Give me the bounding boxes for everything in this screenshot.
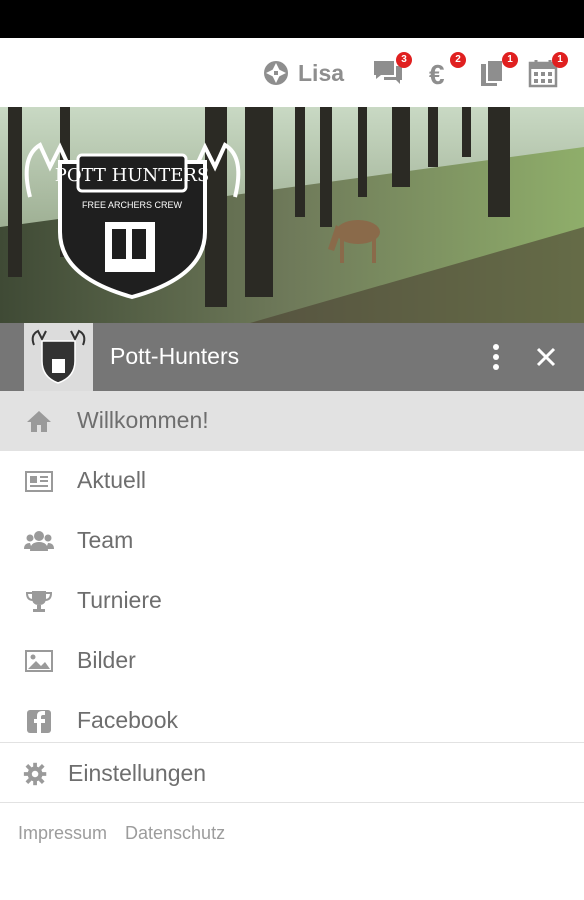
calendar-button[interactable]: 1 xyxy=(528,52,568,90)
menu-item-team[interactable]: Team xyxy=(0,511,584,571)
facebook-icon xyxy=(27,710,51,733)
menu-item-turniere[interactable]: Turniere xyxy=(0,571,584,631)
menu-item-label: Team xyxy=(77,527,134,553)
impressum-link[interactable]: Impressum xyxy=(18,823,107,844)
calendar-badge: 1 xyxy=(552,52,568,68)
messages-badge: 3 xyxy=(396,52,412,68)
menu-item-label: Turniere xyxy=(77,587,162,613)
footer-links: Impressum Datenschutz xyxy=(18,823,225,844)
datenschutz-link[interactable]: Datenschutz xyxy=(125,823,225,844)
user-menu[interactable]: Lisa xyxy=(262,58,344,88)
menu-item-bilder[interactable]: Bilder xyxy=(0,631,584,691)
more-vertical-icon xyxy=(493,344,499,370)
more-options-button[interactable] xyxy=(484,341,508,373)
menu-item-label: Facebook xyxy=(77,707,179,733)
spinner-logo-icon xyxy=(264,61,288,85)
svg-text:FREE ARCHERS CREW: FREE ARCHERS CREW xyxy=(82,200,183,210)
divider xyxy=(0,802,584,803)
top-bar: Lisa 3 € 2 1 1 xyxy=(0,38,584,108)
menu-item-label: Aktuell xyxy=(77,467,147,493)
gear-icon xyxy=(23,762,47,786)
menu-item-label: Bilder xyxy=(77,647,136,673)
menu-item-label: Willkommen! xyxy=(77,407,209,433)
settings-item[interactable]: Einstellungen xyxy=(0,743,584,802)
user-name: Lisa xyxy=(298,59,345,86)
messages-button[interactable]: 3 xyxy=(372,52,412,90)
menu-item-willkommen[interactable]: Willkommen! xyxy=(0,391,584,451)
documents-button[interactable]: 1 xyxy=(478,52,518,90)
club-header-bar: Pott-Hunters xyxy=(0,323,584,391)
newspaper-icon xyxy=(25,471,53,492)
documents-badge: 1 xyxy=(502,52,518,68)
payments-button[interactable]: € 2 xyxy=(426,52,466,90)
image-icon xyxy=(25,650,53,672)
status-bar xyxy=(0,0,584,38)
trophy-icon xyxy=(25,591,53,612)
forest-photo: POTT HUNTERS FREE ARCHERS CREW xyxy=(0,107,584,323)
svg-text:€: € xyxy=(429,59,445,88)
logo-text: POTT HUNTERS xyxy=(55,165,210,186)
close-icon xyxy=(536,347,556,367)
users-icon xyxy=(24,531,54,551)
menu-item-aktuell[interactable]: Aktuell xyxy=(0,451,584,511)
home-icon xyxy=(27,411,51,432)
header-image: POTT HUNTERS FREE ARCHERS CREW xyxy=(0,107,584,323)
payments-badge: 2 xyxy=(450,52,466,68)
club-name: Pott-Hunters xyxy=(110,343,240,369)
close-button[interactable] xyxy=(530,341,562,373)
club-logo-thumbnail[interactable] xyxy=(24,323,93,391)
settings-label: Einstellungen xyxy=(68,760,207,786)
